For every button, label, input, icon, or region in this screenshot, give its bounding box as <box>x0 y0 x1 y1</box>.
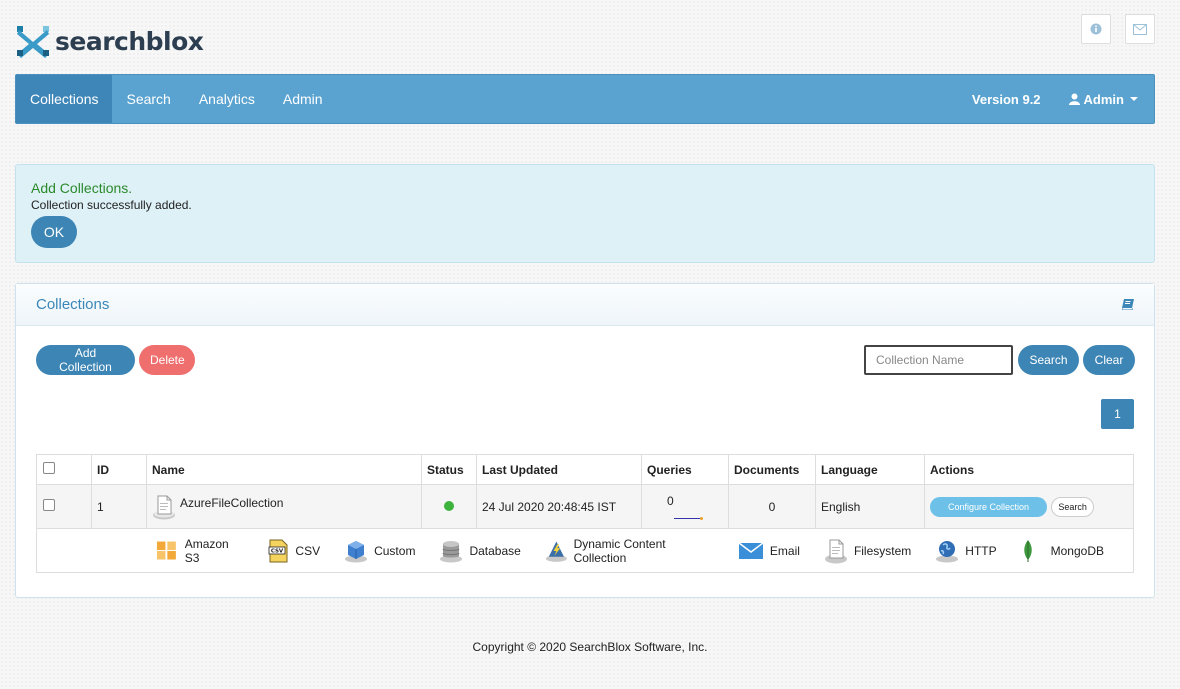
queries-sparkline <box>674 518 702 519</box>
csv-icon: CSV <box>269 539 288 562</box>
select-all-cell <box>36 454 92 485</box>
collection-name-input[interactable] <box>864 345 1013 375</box>
row-search-button[interactable]: Search <box>1051 496 1094 517</box>
header-documents: Documents <box>728 454 816 485</box>
database-icon <box>440 540 463 562</box>
collection-types-row: Amazon S3 CSV CSV Custom Database Dynami… <box>36 528 1134 573</box>
row-checkbox[interactable] <box>43 499 55 511</box>
select-all-checkbox[interactable] <box>43 462 55 474</box>
type-database[interactable]: Database <box>439 539 521 563</box>
mongodb-leaf-icon <box>1023 539 1032 562</box>
type-custom[interactable]: Custom <box>344 539 415 563</box>
row-status-cell <box>421 484 477 529</box>
collection-name[interactable]: AzureFileCollection <box>180 496 283 510</box>
delete-button[interactable]: Delete <box>139 345 195 375</box>
collections-table: ID Name Status Last Updated Queries Docu… <box>36 454 1134 573</box>
filesystem-icon <box>824 539 847 563</box>
envelope-icon[interactable] <box>1125 14 1155 44</box>
row-id: 1 <box>91 484 147 529</box>
pagination-page-1[interactable]: 1 <box>1101 399 1134 429</box>
user-menu[interactable]: Admin <box>1068 91 1138 107</box>
row-select-cell <box>36 484 92 529</box>
row-name-cell: AzureFileCollection <box>146 484 422 529</box>
row-actions-cell: Configure Collection Search <box>924 484 1134 529</box>
header-name[interactable]: Name <box>146 454 422 485</box>
brand-logo[interactable]: searchblox <box>15 22 204 60</box>
type-csv[interactable]: CSV CSV <box>267 539 320 563</box>
searchblox-logo-icon <box>17 26 49 58</box>
header-actions: Actions <box>924 454 1134 485</box>
type-label: Dynamic Content Collection <box>573 536 666 565</box>
svg-text:CSV: CSV <box>271 548 284 554</box>
add-collection-button[interactable]: Add Collection <box>36 345 135 375</box>
version-label: Version 9.2 <box>971 91 1041 107</box>
collection-types-cell: Amazon S3 CSV CSV Custom Database Dynami… <box>36 528 1134 573</box>
header-id[interactable]: ID <box>91 454 147 485</box>
search-button[interactable]: Search <box>1018 345 1079 375</box>
dynamic-content-icon <box>545 541 567 562</box>
info-icon[interactable] <box>1081 14 1111 44</box>
alert-title: Add Collections. <box>31 180 133 196</box>
amazon-s3-icon <box>156 541 176 560</box>
type-label: Filesystem <box>853 543 912 558</box>
panel-title: Collections <box>36 296 110 313</box>
ok-button[interactable]: OK <box>31 216 77 248</box>
info-circle-icon <box>1090 23 1102 35</box>
type-http[interactable]: HTTP <box>935 539 997 563</box>
alert-message: Collection successfully added. <box>31 198 192 212</box>
queries-count: 0 <box>667 494 674 508</box>
type-label: MongoDB <box>1050 543 1104 558</box>
custom-cube-icon <box>345 540 368 562</box>
header-status: Status <box>421 454 477 485</box>
queries-sparkline-point <box>700 517 703 520</box>
user-icon <box>1068 93 1080 105</box>
row-documents: 0 <box>728 484 816 529</box>
type-amazon-s3[interactable]: Amazon S3 <box>156 537 243 565</box>
collections-panel: Collections Add Collection Delete Search… <box>15 283 1155 598</box>
table-row: 1 AzureFileCollection 24 Jul 2020 20:48:… <box>36 484 1134 529</box>
type-email[interactable]: Email <box>738 541 800 560</box>
nav-search[interactable]: Search <box>112 75 184 123</box>
header-queries: Queries <box>641 454 729 485</box>
row-last-updated: 24 Jul 2020 20:48:45 IST <box>476 484 642 529</box>
user-menu-label: Admin <box>1083 91 1124 107</box>
filesystem-collection-icon <box>153 495 175 519</box>
mail-icon <box>1133 23 1147 35</box>
header-language: Language <box>815 454 925 485</box>
nav-admin[interactable]: Admin <box>269 75 337 123</box>
type-label: Database <box>469 543 521 558</box>
email-envelope-icon <box>738 541 764 559</box>
brand-name: searchblox <box>55 26 204 56</box>
success-alert: Add Collections. Collection successfully… <box>15 164 1155 263</box>
nav-collections[interactable]: Collections <box>16 75 113 123</box>
type-label: HTTP <box>965 543 997 558</box>
panel-header: Collections <box>16 284 1154 326</box>
http-globe-icon <box>936 540 959 562</box>
row-language: English <box>815 484 925 529</box>
type-label: Custom <box>374 543 416 558</box>
status-active-icon <box>444 500 454 511</box>
type-label: Email <box>769 543 800 558</box>
type-label: Amazon S3 <box>184 536 229 565</box>
type-filesystem[interactable]: Filesystem <box>824 538 911 564</box>
type-mongodb[interactable]: MongoDB <box>1021 539 1104 563</box>
configure-collection-button[interactable]: Configure Collection <box>930 496 1048 517</box>
footer-copyright: Copyright © 2020 SearchBlox Software, In… <box>472 640 708 654</box>
row-queries-cell: 0 <box>641 484 729 529</box>
main-navbar: Collections Search Analytics Admin Versi… <box>15 74 1155 124</box>
header-last-updated[interactable]: Last Updated <box>476 454 642 485</box>
caret-down-icon <box>1130 97 1138 101</box>
nav-analytics[interactable]: Analytics <box>185 75 269 123</box>
clear-button[interactable]: Clear <box>1083 345 1135 375</box>
book-icon[interactable] <box>1122 299 1134 310</box>
type-label: CSV <box>295 543 321 558</box>
type-dynamic-content[interactable]: Dynamic Content Collection <box>545 537 714 565</box>
